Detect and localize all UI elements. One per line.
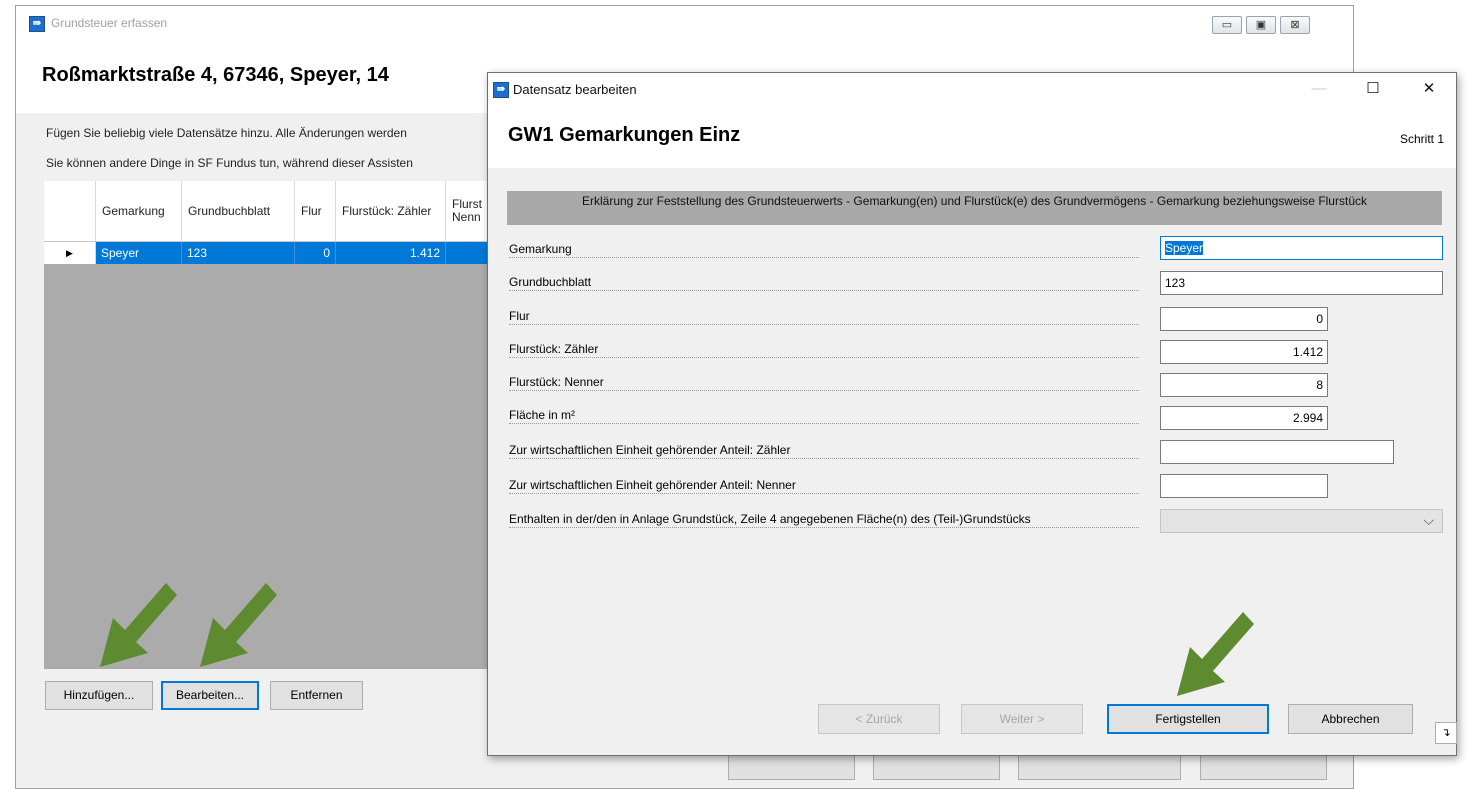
flaeche-field[interactable]: 2.994: [1160, 406, 1328, 430]
dialog-minimize-icon: —: [1311, 80, 1327, 97]
label-enthalten: Enthalten in der/den in Anlage Grundstüc…: [509, 511, 1139, 528]
column-header-grundbuchblatt[interactable]: Grundbuchblatt: [182, 181, 295, 241]
section-title: Erklärung zur Feststellung des Grundsteu…: [507, 191, 1442, 225]
app-icon: ⇛: [29, 16, 45, 32]
dialog-maximize-icon[interactable]: ☐: [1350, 77, 1396, 101]
records-grid[interactable]: Gemarkung Grundbuchblatt Flur Flurstück:…: [44, 181, 504, 669]
next-button[interactable]: Weiter >: [961, 704, 1083, 734]
column-header-gemarkung[interactable]: Gemarkung: [96, 181, 182, 241]
edit-record-dialog: ⇛ Datensatz bearbeiten — ☐ ✕ GW1 Gemarku…: [487, 72, 1457, 756]
label-flur: Flur: [509, 308, 1139, 325]
label-zaehler: Flurstück: Zähler: [509, 341, 1139, 358]
label-flaeche: Fläche in m²: [509, 407, 1139, 424]
dialog-app-icon: ⇛: [493, 82, 509, 98]
grundbuchblatt-field[interactable]: 123: [1160, 271, 1443, 295]
minimize-icon[interactable]: ▭: [1212, 16, 1242, 34]
column-header-zaehler[interactable]: Flurstück: Zähler: [336, 181, 446, 241]
hidden-button-1[interactable]: [728, 754, 855, 780]
hidden-button-4[interactable]: [1200, 754, 1327, 780]
dialog-title: Datensatz bearbeiten: [513, 82, 637, 97]
cell-gemarkung[interactable]: Speyer: [96, 242, 182, 264]
background-window-title: Grundsteuer erfassen: [51, 16, 168, 30]
remove-button[interactable]: Entfernen: [270, 681, 363, 710]
address-heading: Roßmarktstraße 4, 67346, Speyer, 14: [42, 64, 389, 86]
nenner-field[interactable]: 8: [1160, 373, 1328, 397]
column-header-flur[interactable]: Flur: [295, 181, 336, 241]
hidden-button-3[interactable]: [1018, 754, 1181, 780]
gemarkung-field[interactable]: Speyer: [1160, 236, 1443, 260]
dialog-titlebar: ⇛ Datensatz bearbeiten — ☐ ✕: [488, 73, 1456, 106]
cell-zaehler[interactable]: 1.412: [336, 242, 446, 264]
cancel-button[interactable]: Abbrechen: [1288, 704, 1413, 734]
add-button[interactable]: Hinzufügen...: [45, 681, 153, 710]
enthalten-dropdown[interactable]: ⌵: [1160, 509, 1443, 533]
background-titlebar: ⇛ Grundsteuer erfassen ▭ ▣ ⊠: [16, 6, 1353, 40]
hidden-button-2[interactable]: [873, 754, 1000, 780]
dialog-close-icon[interactable]: ✕: [1406, 77, 1452, 101]
anteil-zaehler-field[interactable]: [1160, 440, 1394, 464]
cell-grundbuchblatt[interactable]: 123: [182, 242, 295, 264]
zaehler-field[interactable]: 1.412: [1160, 340, 1328, 364]
grid-header: Gemarkung Grundbuchblatt Flur Flurstück:…: [44, 181, 504, 242]
dialog-header: GW1 Gemarkungen Einz Schritt 1: [488, 106, 1456, 168]
flur-field[interactable]: 0: [1160, 307, 1328, 331]
cell-flur[interactable]: 0: [295, 242, 336, 264]
label-anteil-nenner: Zur wirtschaftlichen Einheit gehörender …: [509, 477, 1139, 494]
label-grundbuchblatt: Grundbuchblatt: [509, 274, 1139, 291]
resize-grip-icon[interactable]: ↴: [1435, 722, 1457, 744]
edit-button[interactable]: Bearbeiten...: [161, 681, 259, 710]
label-nenner: Flurstück: Nenner: [509, 374, 1139, 391]
step-indicator: Schritt 1: [1399, 132, 1444, 146]
maximize-icon[interactable]: ▣: [1246, 16, 1276, 34]
dialog-heading: GW1 Gemarkungen Einz: [508, 124, 741, 146]
row-selector-icon[interactable]: ▶: [44, 242, 96, 264]
info-text-2: Sie können andere Dinge in SF Fundus tun…: [46, 156, 413, 170]
chevron-down-icon: ⌵: [1423, 512, 1434, 528]
finish-button[interactable]: Fertigstellen: [1107, 704, 1269, 734]
close-icon[interactable]: ⊠: [1280, 16, 1310, 34]
table-row[interactable]: ▶ Speyer 123 0 1.412: [44, 242, 504, 264]
gemarkung-value: Speyer: [1165, 241, 1204, 255]
label-gemarkung: Gemarkung: [509, 241, 1139, 258]
info-text-1: Fügen Sie beliebig viele Datensätze hinz…: [46, 126, 407, 140]
label-anteil-zaehler: Zur wirtschaftlichen Einheit gehörender …: [509, 442, 1139, 459]
anteil-nenner-field[interactable]: [1160, 474, 1328, 498]
grid-header-corner: [44, 181, 96, 241]
back-button[interactable]: < Zurück: [818, 704, 940, 734]
